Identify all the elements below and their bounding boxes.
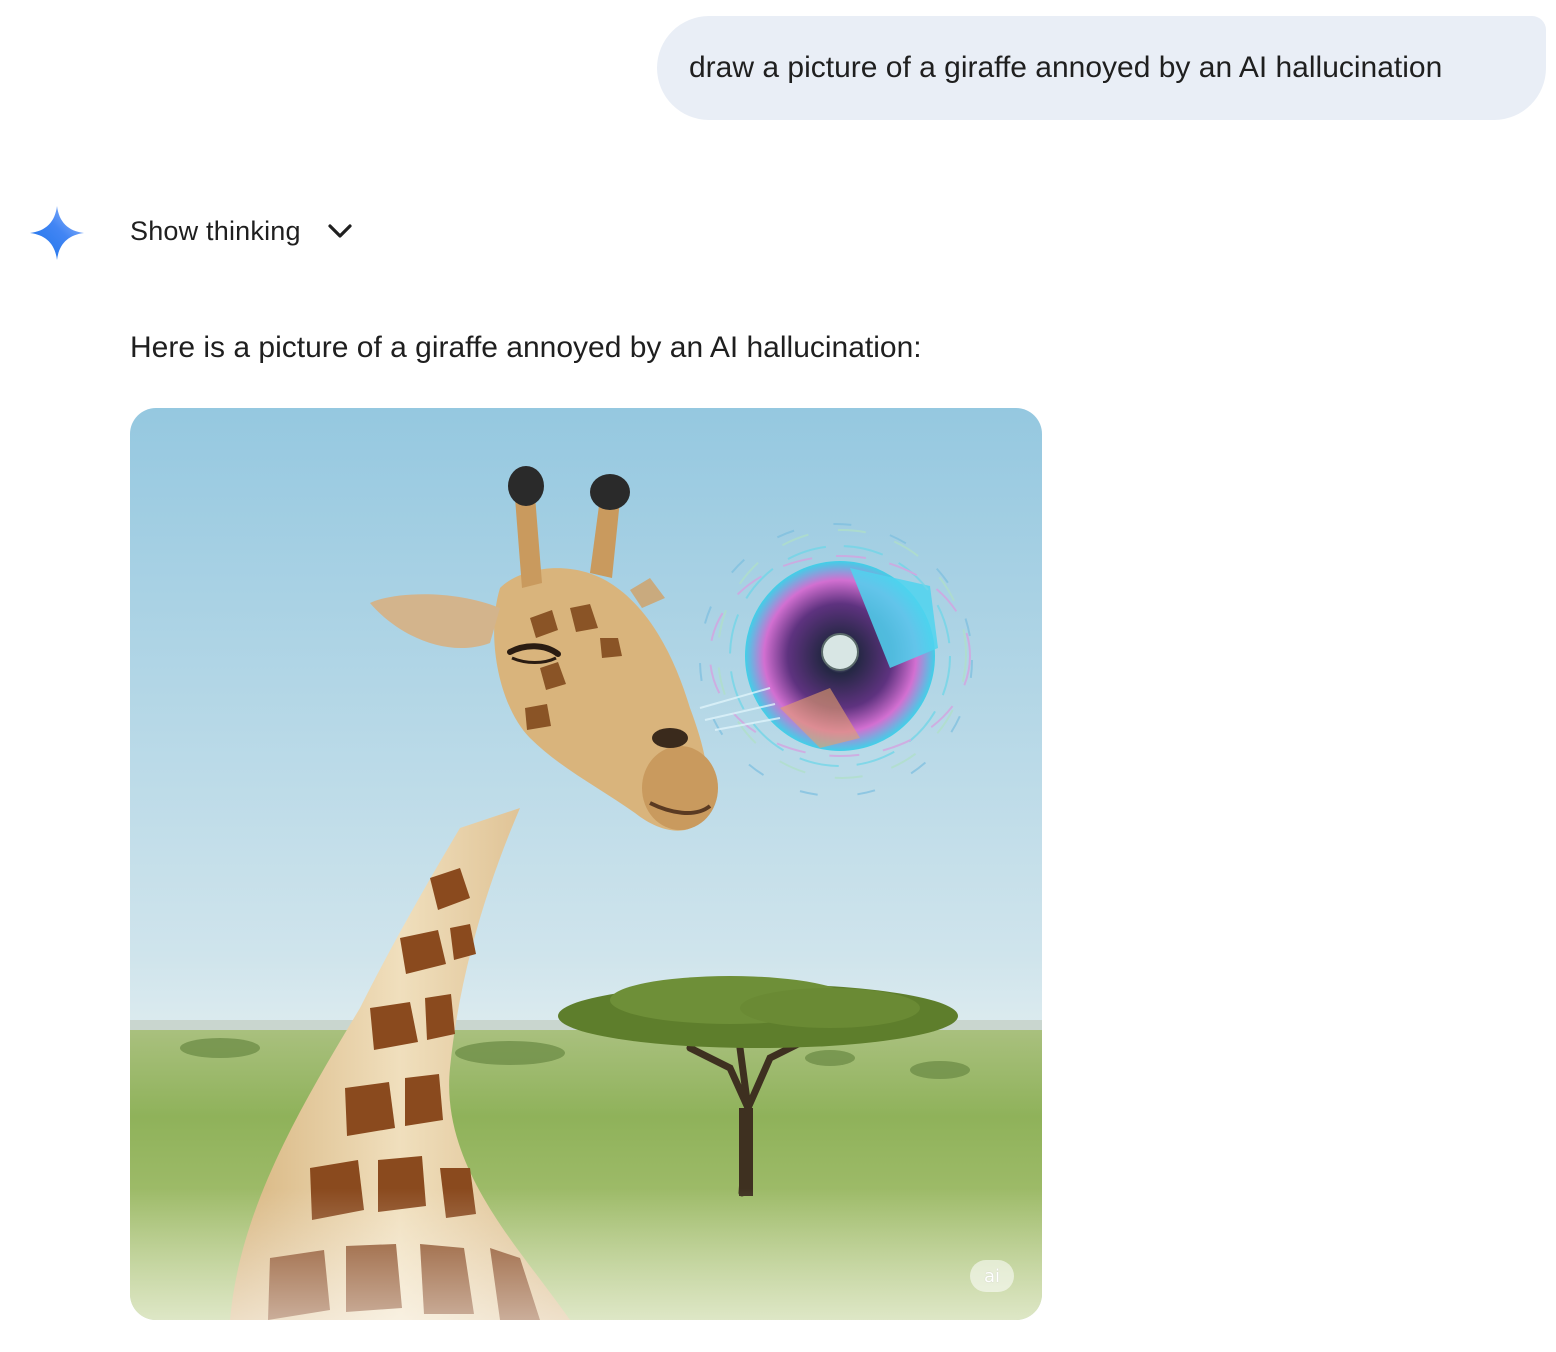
user-message-bubble: draw a picture of a giraffe annoyed by a… <box>657 16 1546 120</box>
user-message-text: draw a picture of a giraffe annoyed by a… <box>689 51 1443 84</box>
show-thinking-button[interactable]: Show thinking <box>130 208 353 254</box>
show-thinking-label: Show thinking <box>130 215 301 246</box>
generated-image[interactable]: ai <box>130 408 1042 1320</box>
response-text: Here is a picture of a giraffe annoyed b… <box>130 331 922 364</box>
gemini-sparkle-icon <box>28 204 86 262</box>
ai-generated-badge: ai <box>970 1260 1014 1292</box>
chevron-down-icon <box>327 222 353 240</box>
